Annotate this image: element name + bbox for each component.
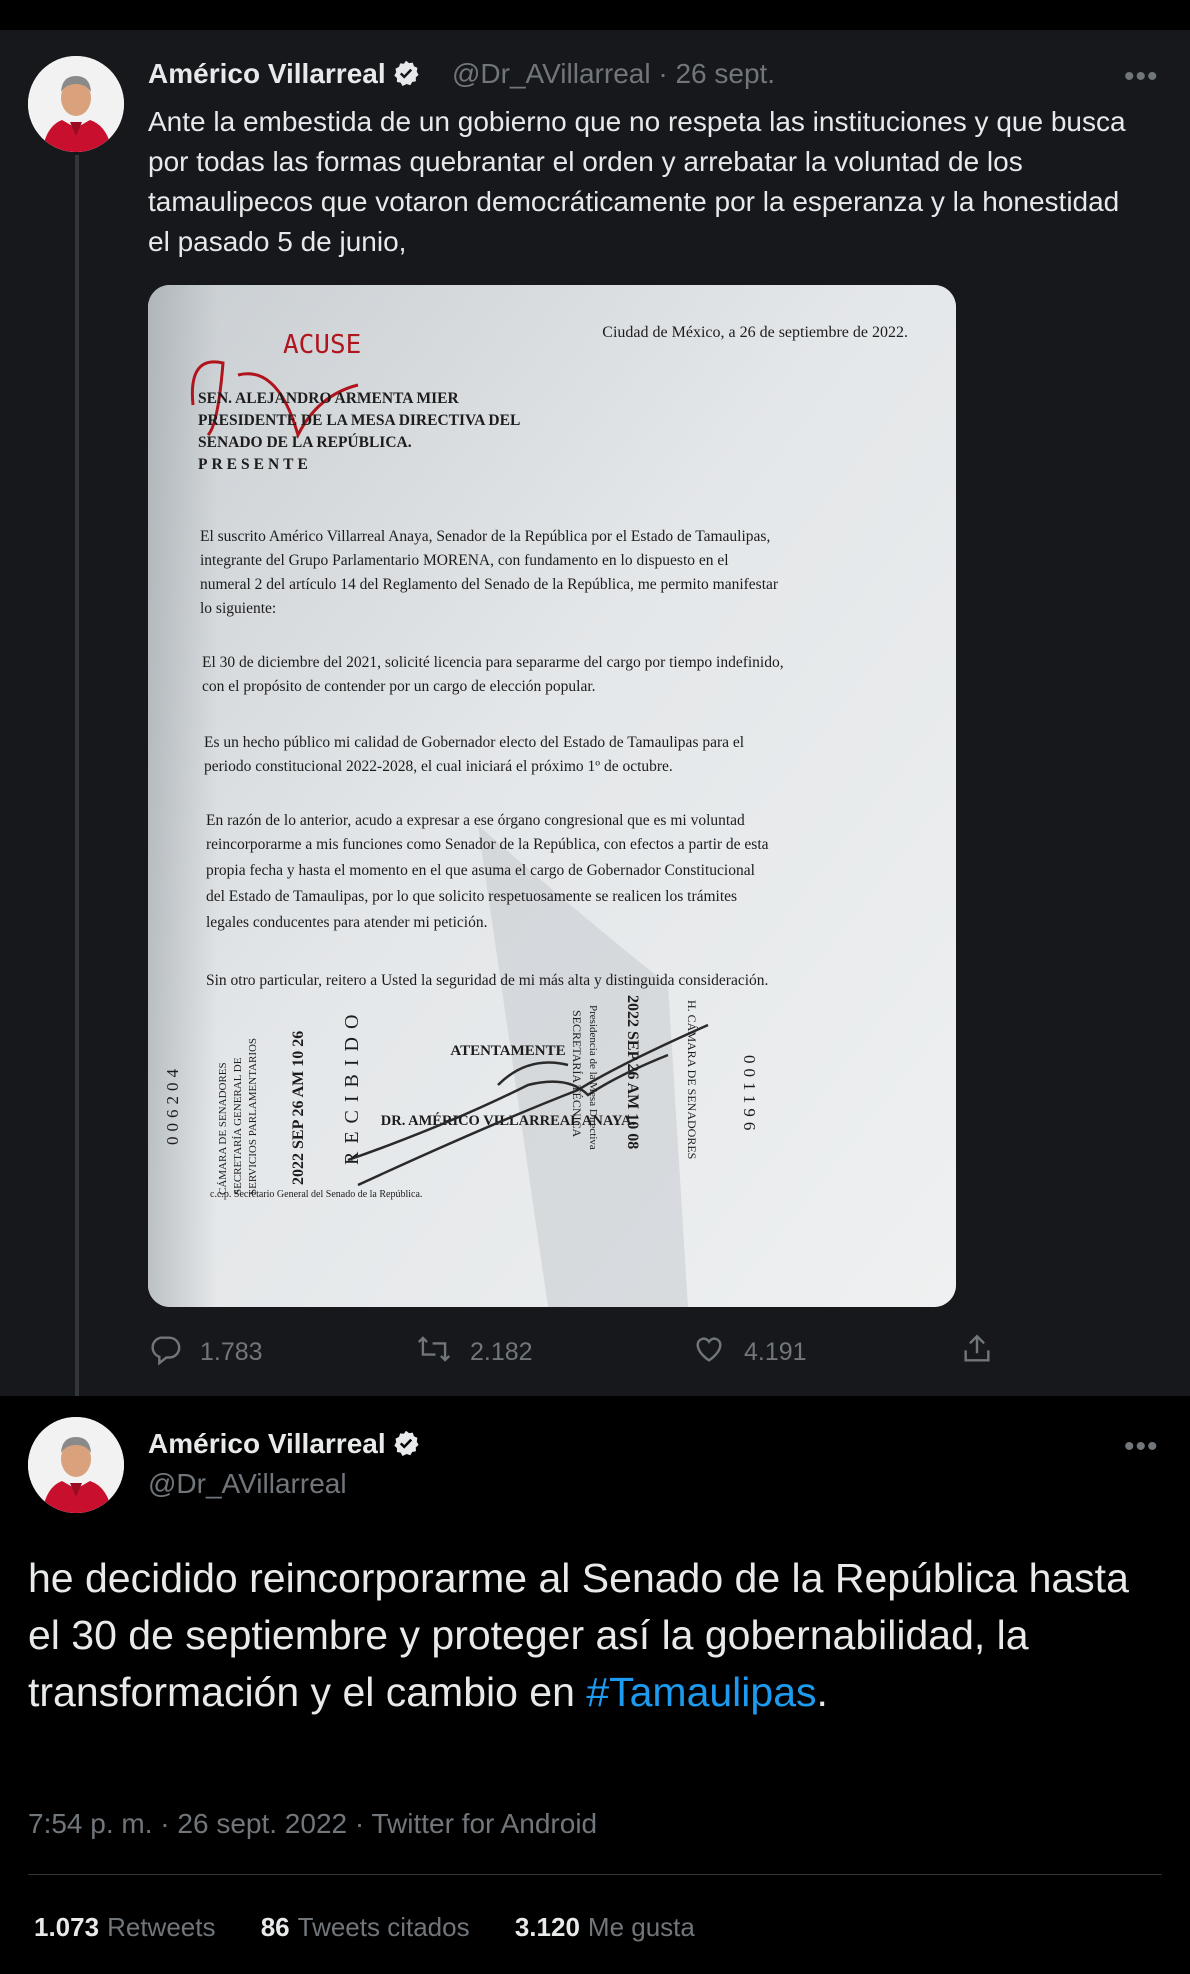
doc-stamp-left-number: 006204 — [163, 1064, 182, 1145]
retweets-count: 1.073 — [34, 1912, 100, 1942]
doc-paragraph-line: numeral 2 del artículo 14 del Reglamento… — [200, 576, 779, 593]
tweet-stats: 1.073 Retweets 86 Tweets citados 3.120 Me g… — [34, 1912, 733, 1943]
tweet-actions: 1.783 2.182 4.191 — [148, 1332, 1008, 1376]
reply-icon — [148, 1332, 200, 1373]
top-band — [0, 0, 1190, 30]
tweet-text-end: . — [816, 1669, 828, 1715]
likes-stat[interactable]: 3.120 Me gusta — [515, 1912, 695, 1942]
like-button[interactable]: 4.191 — [692, 1332, 807, 1373]
divider — [28, 1874, 1162, 1875]
doc-paragraph-line: Sin otro particular, reitero a Usted la … — [206, 972, 768, 989]
doc-stamp-acuse: ACUSE — [283, 330, 361, 360]
retweets-label: Retweets — [107, 1912, 216, 1942]
doc-stamp-right-org: Presidencia de la Mesa Directiva — [587, 1005, 599, 1150]
doc-paragraph-line: integrante del Grupo Parlamentario MOREN… — [200, 552, 729, 569]
doc-stamp-left-org: CÁMARA DE SENADORES — [217, 1062, 229, 1195]
verified-badge-icon — [392, 1429, 420, 1464]
doc-paragraph-line: El suscrito Américo Villarreal Anaya, Se… — [200, 528, 770, 545]
avatar[interactable] — [28, 56, 124, 152]
author-name-text[interactable]: Américo Villarreal — [148, 58, 386, 89]
doc-paragraph-line: propia fecha y hasta el momento en el qu… — [206, 862, 755, 879]
reply-button[interactable]: 1.783 — [148, 1332, 263, 1373]
doc-paragraph-line: periodo constitucional 2022-2028, el cua… — [204, 758, 673, 775]
doc-paragraph-line: Es un hecho público mi calidad de Gobern… — [204, 734, 744, 751]
share-icon — [960, 1332, 1012, 1373]
tweet-text: he decidido reincorporarme al Senado de … — [28, 1550, 1158, 1721]
doc-stamp-left-date: 2022 SEP 26 AM 10 26 — [290, 1031, 307, 1185]
tweet-text-main: he decidido reincorporarme al Senado de … — [28, 1555, 1129, 1715]
author-name[interactable]: Américo Villarreal — [148, 58, 420, 94]
author-name-text[interactable]: Américo Villarreal — [148, 1428, 386, 1459]
retweet-count: 2.182 — [470, 1338, 533, 1366]
doc-paragraph-line: reincorporarme a mis funciones como Sena… — [206, 836, 769, 853]
likes-count: 3.120 — [514, 1912, 580, 1942]
doc-stamp-right-org: SECRETARÍA TÉCNICA — [570, 1010, 584, 1137]
thread-connector — [75, 155, 79, 1411]
verified-badge-icon — [392, 59, 420, 94]
more-icon[interactable]: ••• — [1124, 60, 1159, 94]
doc-stamp-right-number: 001196 — [740, 1055, 759, 1135]
share-button[interactable] — [960, 1332, 1012, 1373]
separator: · — [658, 58, 668, 89]
tweet-media-image[interactable]: ACUSE Ciudad de México, a 26 de septiemb… — [148, 285, 956, 1307]
quotes-label: Tweets citados — [297, 1912, 470, 1942]
retweet-icon — [416, 1332, 470, 1373]
doc-stamp-right-chamber: H. CÁMARA DE SENADORES — [685, 1000, 699, 1159]
doc-address-line: PRESENTE — [198, 456, 312, 473]
more-icon[interactable]: ••• — [1124, 1430, 1159, 1464]
doc-stamp-left-org: SECRETARÍA GENERAL DE — [232, 1057, 244, 1195]
doc-paragraph-line: El 30 de diciembre del 2021, solicité li… — [202, 654, 784, 671]
like-count: 4.191 — [744, 1338, 807, 1366]
retweet-button[interactable]: 2.182 — [416, 1332, 533, 1373]
author-handle[interactable]: @Dr_AVillarreal — [148, 1468, 347, 1500]
doc-paragraph-line: lo siguiente: — [200, 600, 276, 617]
doc-stamp-recibido: RECIBIDO — [341, 1007, 363, 1165]
avatar[interactable] — [28, 1417, 124, 1513]
author-name[interactable]: Américo Villarreal — [148, 1428, 420, 1464]
retweets-stat[interactable]: 1.073 Retweets — [34, 1912, 215, 1942]
likes-label: Me gusta — [587, 1912, 695, 1942]
doc-place-date: Ciudad de México, a 26 de septiembre de … — [602, 324, 908, 341]
doc-address-line: PRESIDENTE DE LA MESA DIRECTIVA DEL — [198, 412, 520, 429]
doc-stamp-right-date: 2022 SEP 26 AM 10 08 — [624, 995, 641, 1149]
doc-stamp-left-org: SERVICIOS PARLAMENTARIOS — [247, 1038, 259, 1195]
doc-paragraph-line: del Estado de Tamaulipas, por lo que sol… — [206, 888, 737, 905]
doc-paragraph-line: con el propósito de contender por un car… — [202, 678, 596, 695]
doc-address-line: SENADO DE LA REPÚBLICA. — [198, 434, 412, 451]
tweet-timestamp-source[interactable]: 7:54 p. m. · 26 sept. 2022 · Twitter for… — [28, 1808, 597, 1840]
like-icon — [692, 1332, 744, 1373]
reply-count: 1.783 — [200, 1338, 263, 1366]
tweet-text: Ante la embestida de un gobierno que no … — [148, 106, 1126, 257]
doc-paragraph-line: legales conducentes para atender mi peti… — [206, 914, 487, 931]
doc-address-line: SEN. ALEJANDRO ARMENTA MIER — [198, 390, 459, 407]
doc-closing: ATENTAMENTE — [450, 1043, 565, 1059]
tweet-date[interactable]: 26 sept. — [675, 58, 775, 89]
quotes-count: 86 — [260, 1912, 290, 1942]
quotes-stat[interactable]: 86 Tweets citados — [261, 1912, 470, 1942]
author-handle[interactable]: @Dr_AVillarreal — [452, 58, 651, 89]
doc-paragraph-line: En razón de lo anterior, acudo a expresa… — [206, 812, 745, 829]
author-handle-line: @Dr_AVillarreal · 26 sept. — [452, 58, 775, 90]
hashtag-link[interactable]: #Tamaulipas — [586, 1669, 816, 1715]
